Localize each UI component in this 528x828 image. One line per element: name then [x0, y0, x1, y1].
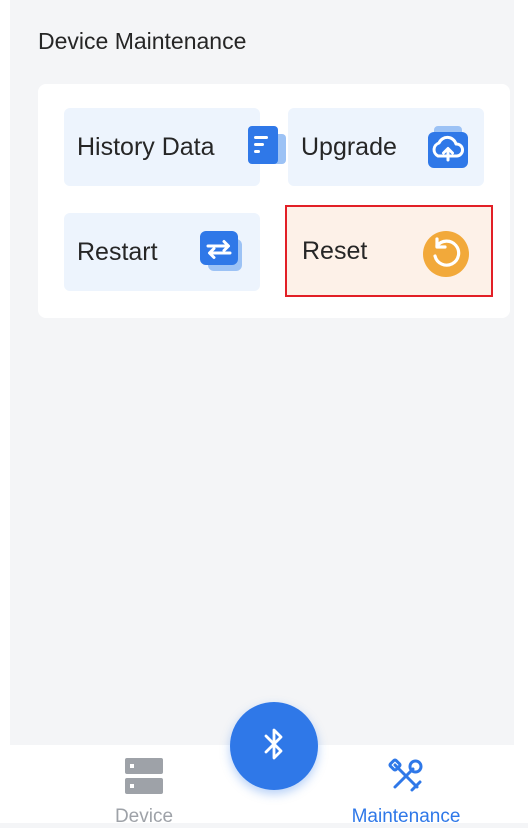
- server-icon: [124, 757, 164, 800]
- upgrade-label: Upgrade: [301, 132, 397, 161]
- restart-label: Restart: [77, 237, 158, 266]
- upgrade-button[interactable]: Upgrade: [288, 108, 484, 186]
- tab-device[interactable]: Device: [94, 745, 194, 827]
- left-edge: [0, 0, 10, 745]
- reset-icon: [421, 229, 471, 284]
- tab-maintenance[interactable]: Maintenance: [336, 745, 476, 827]
- reset-button[interactable]: Reset: [285, 205, 493, 297]
- history-data-button[interactable]: History Data: [64, 108, 286, 186]
- cloud-upload-icon: [424, 124, 472, 177]
- tab-device-label: Device: [114, 806, 174, 827]
- page-title: Device Maintenance: [38, 28, 247, 54]
- document-icon: [244, 124, 292, 177]
- swap-arrows-icon: [198, 229, 246, 282]
- maintenance-panel: History Data Upgrade Restart Reset: [38, 84, 510, 318]
- bluetooth-button[interactable]: [230, 702, 318, 790]
- restart-button[interactable]: Restart: [64, 213, 260, 291]
- bluetooth-icon: [261, 727, 287, 766]
- tools-icon: [387, 757, 425, 800]
- tab-maintenance-label: Maintenance: [351, 806, 461, 827]
- right-edge: [514, 0, 528, 745]
- history-data-label: History Data: [77, 132, 215, 161]
- reset-label: Reset: [302, 236, 368, 265]
